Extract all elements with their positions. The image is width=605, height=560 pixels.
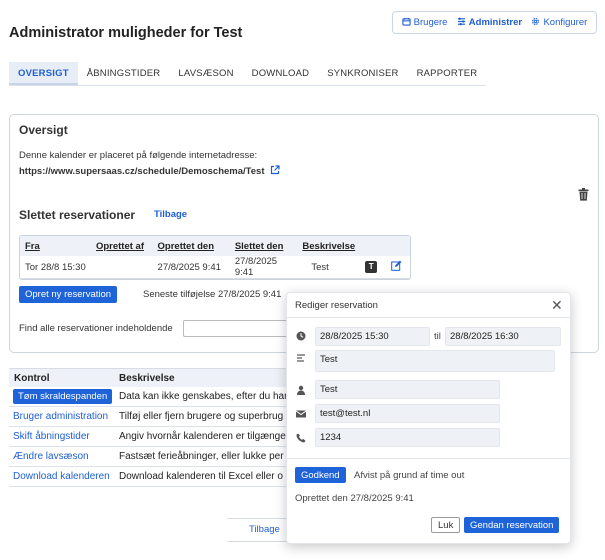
control-row: Skift åbningstider Angiv hvornår kalende…	[9, 427, 289, 447]
change-low-season-link[interactable]: Ændre lavsæson	[9, 451, 119, 462]
external-link-icon[interactable]	[270, 165, 280, 178]
calendar-icon	[402, 17, 411, 29]
find-label: Find alle reservationer indeholdende	[19, 323, 173, 334]
cell-text-badge: T	[360, 256, 387, 279]
dialog-divider-2	[287, 458, 570, 459]
col-deleted-on[interactable]: Slettet den	[229, 236, 298, 256]
change-hours-link[interactable]: Skift åbningstider	[9, 431, 119, 442]
tab-download[interactable]: DOWNLOAD	[243, 62, 319, 85]
control-row: Download kalenderen Download kalenderen …	[9, 467, 289, 487]
end-datetime-input[interactable]: 28/8/2025 16:30	[445, 327, 561, 346]
col-actions-1	[360, 236, 387, 256]
sliders-icon	[457, 17, 466, 29]
overview-title: Oversigt	[19, 123, 68, 137]
phone-icon	[296, 433, 306, 446]
table-row[interactable]: Tor 28/8 15:30 27/8/2025 9:41 27/8/2025 …	[20, 256, 410, 279]
approve-button[interactable]: Godkend	[295, 467, 346, 483]
control-col-action: Kontrol	[14, 372, 50, 384]
user-admin-link[interactable]: Bruger administration	[9, 411, 119, 422]
col-description[interactable]: Beskrivelse	[297, 236, 361, 256]
cell-description: Test	[297, 256, 361, 279]
col-from[interactable]: Fra	[20, 236, 91, 256]
cell-deleted-on: 27/8/2025 9:41	[229, 256, 298, 279]
edit-reservation-dialog: Rediger reservation ✕ 28/8/2025 15:30 ti…	[286, 292, 571, 544]
tab-reports[interactable]: RAPPORTER	[408, 62, 487, 85]
name-input[interactable]: Test	[315, 380, 500, 399]
nav-users[interactable]: Brugere	[402, 17, 448, 29]
control-desc: Data kan ikke genskabes, efter du har	[119, 391, 288, 402]
close-button[interactable]: Luk	[431, 517, 461, 533]
col-actions-2	[386, 236, 410, 256]
envelope-icon	[295, 409, 307, 422]
control-row: Bruger administration Tilføj eller fjern…	[9, 407, 289, 427]
control-header: Kontrol Beskrivelse	[9, 369, 289, 387]
dialog-divider	[287, 317, 570, 318]
to-label: til	[434, 331, 441, 342]
edit-icon[interactable]	[391, 260, 402, 274]
created-text: Oprettet den 27/8/2025 9:41	[295, 493, 414, 504]
nav-administer[interactable]: Administrer	[457, 17, 522, 29]
control-row: Ændre lavsæson Fastsæt ferieåbninger, el…	[9, 447, 289, 467]
deleted-table: Fra Oprettet af Oprettet den Slettet den…	[19, 235, 411, 280]
control-table: Kontrol Beskrivelse Tøm skraldespanden D…	[9, 368, 289, 487]
tab-low-season[interactable]: LAVSÆSON	[169, 62, 242, 85]
nav-users-label: Brugere	[413, 17, 448, 28]
latest-addition: Seneste tilføjelse 27/8/2025 9:41	[143, 289, 282, 300]
control-desc: Fastsæt ferieåbninger, eller lukke per	[119, 451, 284, 462]
trash-icon[interactable]	[578, 188, 589, 204]
nav-administer-label: Administrer	[468, 17, 523, 28]
status-text: Afvist på grund af time out	[354, 470, 465, 481]
calendar-url-row: https://www.supersaas.cz/schedule/Demosc…	[19, 165, 280, 178]
close-icon[interactable]: ✕	[551, 298, 563, 312]
col-created-by[interactable]: Oprettet af	[90, 236, 153, 256]
page-title: Administrator muligheder for Test	[9, 25, 243, 41]
cell-created-on: 27/8/2025 9:41	[152, 256, 230, 279]
tab-opening-hours[interactable]: ÅBNINGSTIDER	[78, 62, 170, 85]
tab-bar: OVERSIGT ÅBNINGSTIDER LAVSÆSON DOWNLOAD …	[9, 62, 487, 86]
start-datetime-input[interactable]: 28/8/2025 15:30	[315, 327, 430, 346]
description-icon	[296, 353, 306, 366]
new-reservation-button[interactable]: Opret ny reservation	[19, 286, 118, 303]
col-created-on[interactable]: Oprettet den	[152, 236, 230, 256]
control-col-desc: Beskrivelse	[119, 372, 175, 384]
empty-trash-button[interactable]: Tøm skraldespanden	[13, 389, 113, 404]
clock-icon	[296, 331, 306, 344]
control-row: Tøm skraldespanden Data kan ikke genskab…	[9, 387, 289, 407]
tab-overview[interactable]: OVERSIGT	[9, 62, 78, 85]
top-navigation: Brugere Administrer Konfigurer	[392, 11, 597, 34]
person-icon	[296, 385, 306, 398]
dialog-title: Rediger reservation	[295, 300, 378, 311]
restore-reservation-button[interactable]: Gendan reservation	[464, 517, 560, 533]
gear-icon	[531, 17, 540, 29]
description-textarea[interactable]: Test	[315, 350, 555, 372]
deleted-title: Slettet reservationer	[19, 208, 136, 222]
cell-from: Tor 28/8 15:30	[20, 256, 91, 279]
search-input[interactable]	[183, 320, 293, 337]
overview-intro: Denne kalender er placeret på følgende i…	[19, 150, 258, 161]
nav-configure-label: Konfigurer	[543, 17, 588, 28]
deleted-back-link[interactable]: Tilbage	[154, 209, 187, 220]
control-desc: Tilføj eller fjern brugere og superbrug	[119, 411, 284, 422]
tab-synchronize[interactable]: SYNKRONISER	[318, 62, 407, 85]
control-desc: Angiv hvornår kalenderen er tilgænge	[119, 431, 286, 442]
nav-configure[interactable]: Konfigurer	[531, 17, 587, 29]
email-input[interactable]: test@test.nl	[315, 404, 500, 423]
calendar-url[interactable]: https://www.supersaas.cz/schedule/Demosc…	[19, 166, 265, 177]
cell-edit	[386, 256, 410, 279]
bottom-back-link[interactable]: Tilbage	[249, 524, 280, 535]
download-calendar-link[interactable]: Download kalenderen	[9, 471, 119, 482]
control-desc: Download kalenderen til Excel eller o	[119, 471, 283, 482]
text-badge-icon[interactable]: T	[365, 261, 378, 273]
cell-created-by	[90, 256, 153, 279]
phone-input[interactable]: 1234	[315, 428, 500, 447]
